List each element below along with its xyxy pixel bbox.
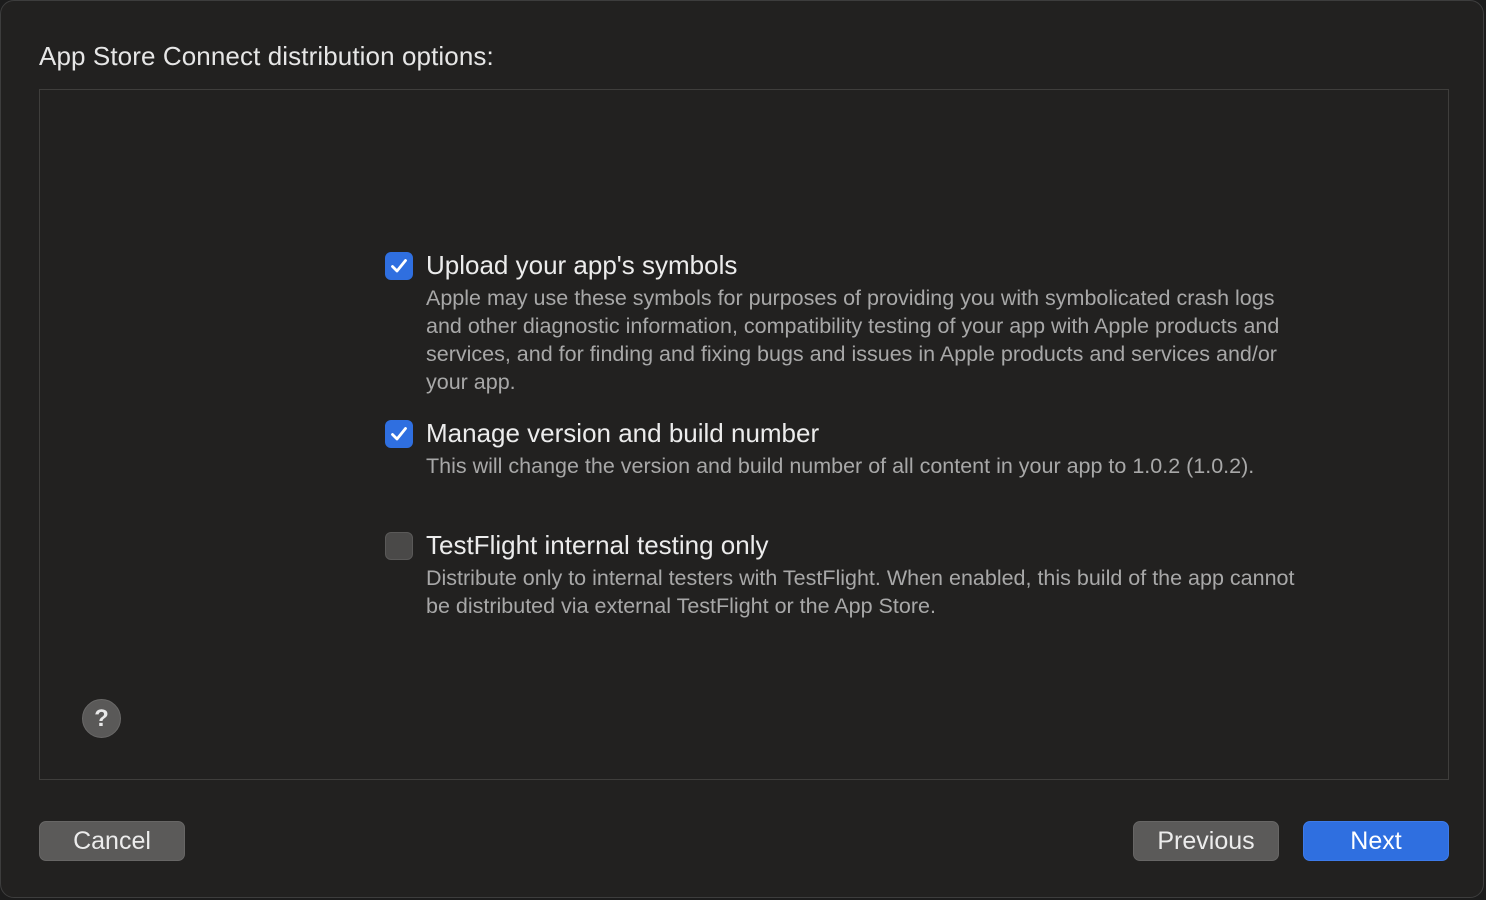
cancel-button[interactable]: Cancel bbox=[39, 821, 185, 861]
next-button[interactable]: Next bbox=[1303, 821, 1449, 861]
dialog-heading: App Store Connect distribution options: bbox=[39, 41, 494, 71]
manage-version-checkbox[interactable] bbox=[385, 420, 413, 448]
options-panel: Upload your app's symbols Apple may use … bbox=[39, 89, 1449, 780]
testflight-internal-label[interactable]: TestFlight internal testing only bbox=[426, 530, 769, 561]
previous-button[interactable]: Previous bbox=[1133, 821, 1279, 861]
distribution-dialog: App Store Connect distribution options: … bbox=[0, 0, 1484, 898]
upload-symbols-description: Apple may use these symbols for purposes… bbox=[426, 286, 1280, 394]
help-button[interactable]: ? bbox=[82, 699, 121, 738]
checkmark-icon bbox=[391, 427, 407, 441]
upload-symbols-checkbox[interactable] bbox=[385, 252, 413, 280]
testflight-internal-checkbox[interactable] bbox=[385, 532, 413, 560]
checkmark-icon bbox=[391, 259, 407, 273]
manage-version-label[interactable]: Manage version and build number bbox=[426, 418, 819, 449]
upload-symbols-label[interactable]: Upload your app's symbols bbox=[426, 250, 737, 281]
manage-version-description: This will change the version and build n… bbox=[426, 454, 1255, 478]
testflight-internal-description: Distribute only to internal testers with… bbox=[426, 566, 1295, 618]
